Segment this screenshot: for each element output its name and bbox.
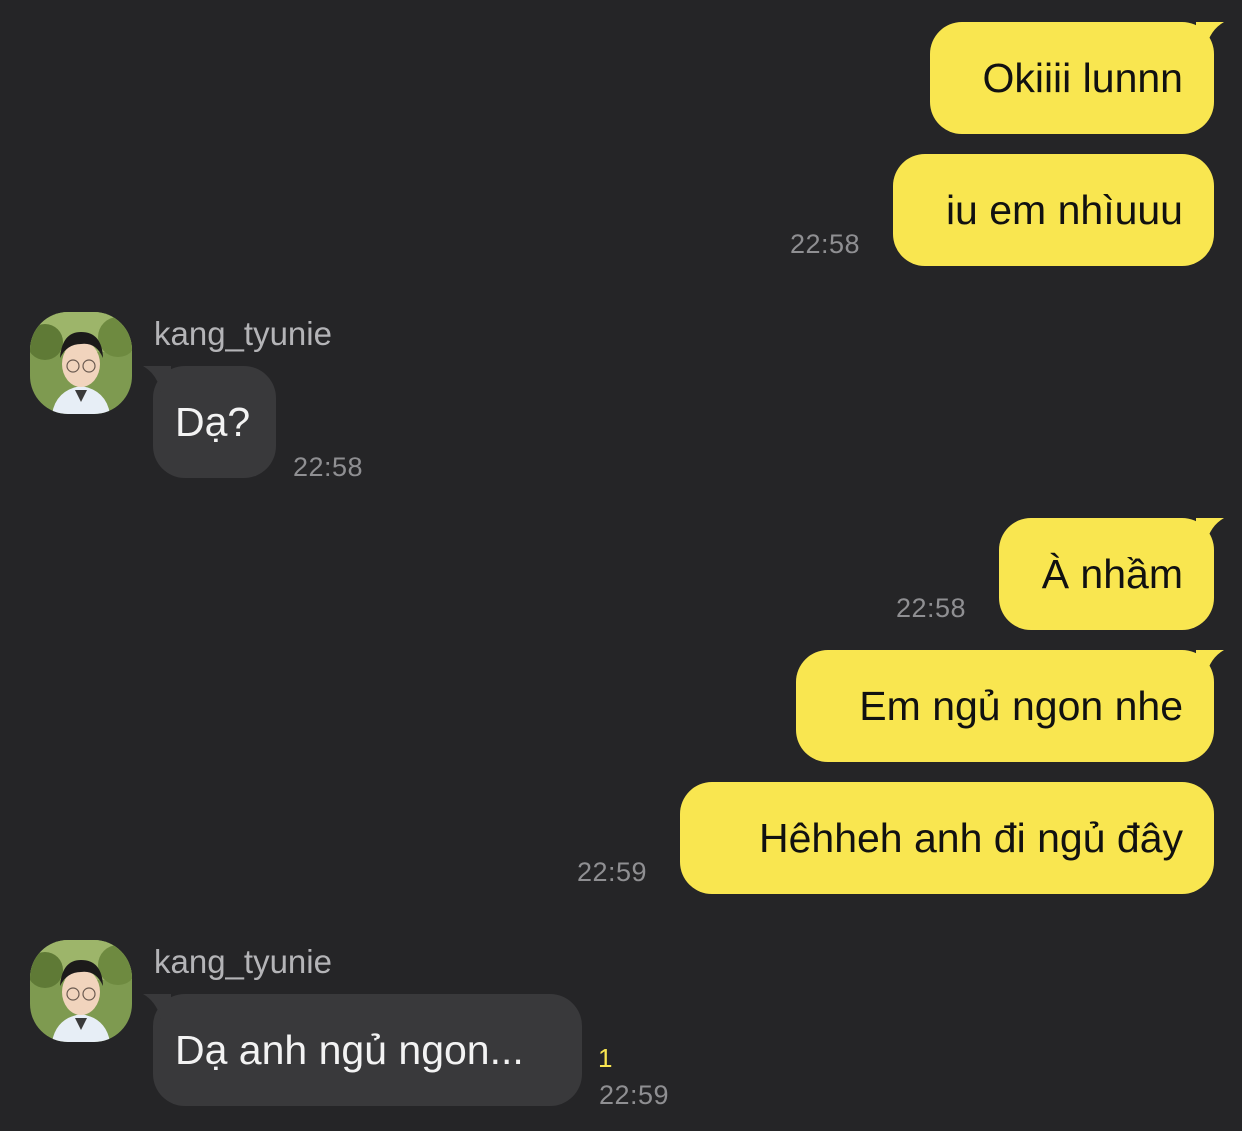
sender-name: kang_tyunie [154,315,332,352]
message-text: Dạ? [175,398,251,445]
message-text: Hêhheh anh đi ngủ đây [758,814,1183,861]
outgoing-message-bubble[interactable]: Hêhheh anh đi ngủ đây [680,782,1214,894]
avatar-photo-icon [30,940,132,1042]
outgoing-message-bubble[interactable]: iu em nhìuuu [893,154,1214,266]
outgoing-message-bubble[interactable]: Em ngủ ngon nhe [796,650,1224,762]
message-text: Dạ anh ngủ ngon... [175,1026,524,1073]
message-timestamp: 22:59 [599,1080,670,1110]
bubble-tail-icon [143,366,171,392]
message-text: iu em nhìuuu [945,186,1183,233]
message-text: Okiiii lunnn [982,54,1183,101]
bubble-tail-icon [1196,650,1224,676]
incoming-message-bubble[interactable]: Dạ anh ngủ ngon... [143,994,582,1106]
avatar-photo-icon [30,312,132,414]
message-timestamp: 22:58 [790,229,861,259]
unread-count: 1 [598,1043,613,1073]
message-timestamp: 22:59 [577,857,648,887]
incoming-message-bubble[interactable]: Dạ? [143,366,276,478]
outgoing-message-bubble[interactable]: Okiiii lunnn [930,22,1224,134]
bubble-tail-icon [1196,518,1224,544]
bubble-tail-icon [1196,22,1224,48]
sender-name: kang_tyunie [154,943,332,980]
avatar[interactable] [30,940,132,1042]
outgoing-message-bubble[interactable]: À nhầm [999,518,1224,630]
message-text: À nhầm [1041,550,1183,597]
avatar[interactable] [30,312,132,414]
message-text: Em ngủ ngon nhe [859,682,1183,729]
message-timestamp: 22:58 [896,593,967,623]
bubble-tail-icon [143,994,171,1020]
message-timestamp: 22:58 [293,452,364,482]
